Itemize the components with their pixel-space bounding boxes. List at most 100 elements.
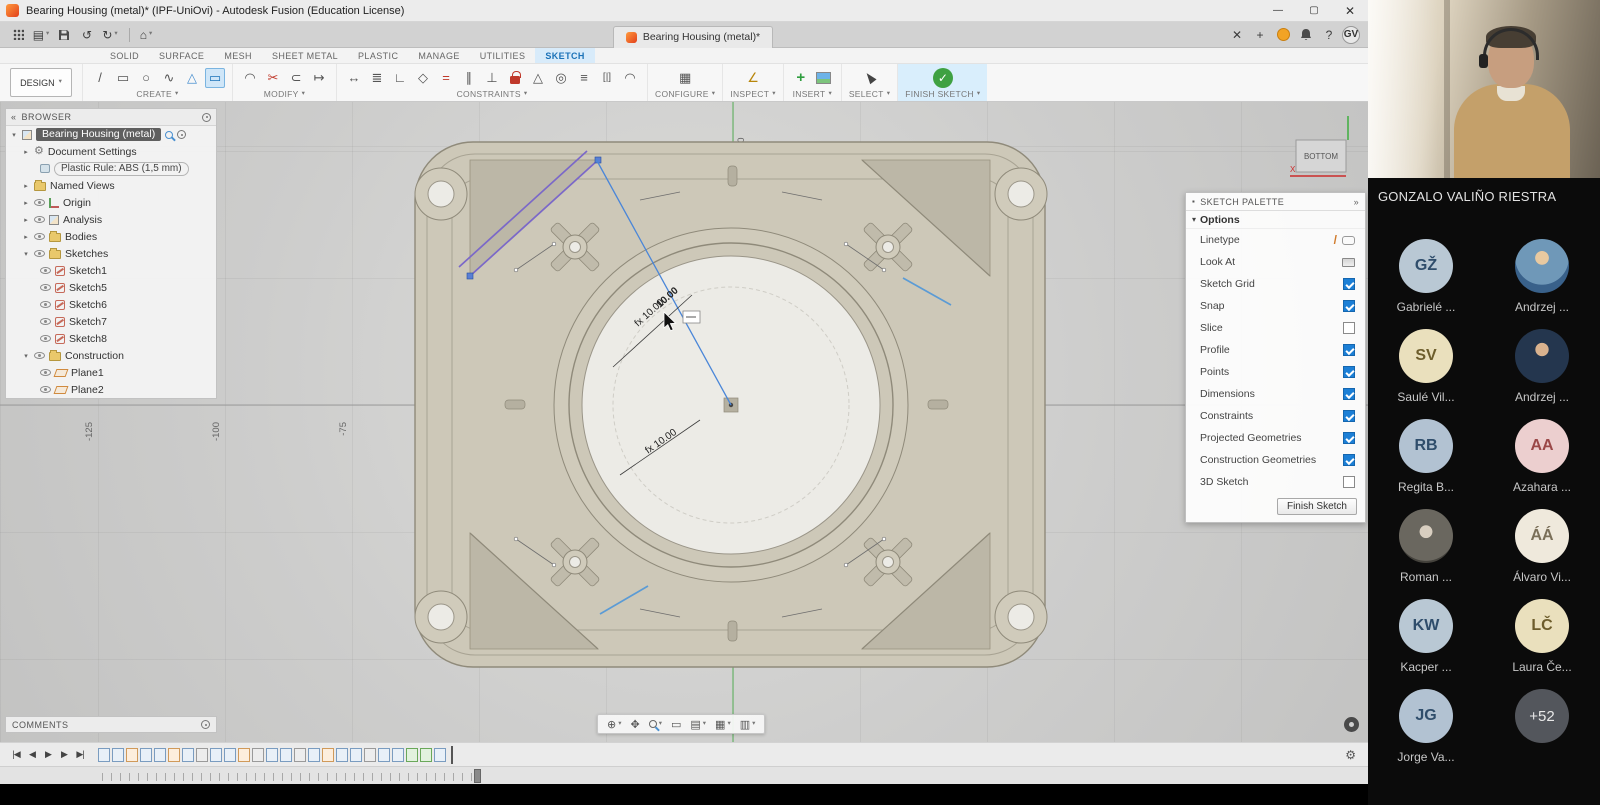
browser-item-construction[interactable]: ▾ Construction xyxy=(6,347,216,364)
look-at-icon[interactable] xyxy=(1342,258,1355,267)
visibility-eye-icon[interactable] xyxy=(40,301,51,308)
points-checkbox[interactable] xyxy=(1343,366,1355,378)
notifications-bell-icon[interactable] xyxy=(1296,25,1316,45)
collapse-palette-icon[interactable]: » xyxy=(1354,197,1359,207)
pan-icon[interactable]: ✥ xyxy=(630,718,639,731)
browser-item-named-views[interactable]: ▸ Named Views xyxy=(6,177,216,194)
rectangle-tool-icon[interactable]: ▭ xyxy=(113,68,133,88)
timeline-feature[interactable] xyxy=(336,748,348,762)
participant-tile[interactable]: LČ Laura Če... xyxy=(1484,599,1600,689)
timeline-feature[interactable] xyxy=(364,748,376,762)
timeline-feature[interactable] xyxy=(210,748,222,762)
projected-geometries-checkbox[interactable] xyxy=(1343,432,1355,444)
tab-sheet-metal[interactable]: SHEET METAL xyxy=(262,48,348,63)
timeline-feature[interactable] xyxy=(294,748,306,762)
tab-solid[interactable]: SOLID xyxy=(100,48,149,63)
timeline-feature[interactable] xyxy=(392,748,404,762)
tab-surface[interactable]: SURFACE xyxy=(149,48,214,63)
expand-icon[interactable]: ▸ xyxy=(22,199,30,207)
slot[interactable] xyxy=(728,166,737,186)
timeline-step-forward-icon[interactable]: ▶ xyxy=(56,749,72,760)
timeline-settings-gear-icon[interactable]: ⚙ xyxy=(1345,748,1356,762)
participant-overflow-tile[interactable]: +52 xyxy=(1484,689,1600,779)
expand-icon[interactable]: ▸ xyxy=(22,148,30,156)
participant-tile[interactable]: ÁÁ Álvaro Vi... xyxy=(1484,509,1600,599)
minimize-button[interactable]: — xyxy=(1260,0,1296,21)
tab-mesh[interactable]: MESH xyxy=(214,48,262,63)
measure-icon[interactable]: ∠ xyxy=(743,68,763,88)
selection-handle[interactable] xyxy=(467,273,473,279)
snap-checkbox[interactable] xyxy=(1343,300,1355,312)
document-tab[interactable]: Bearing Housing (metal)* xyxy=(613,26,773,48)
visibility-eye-icon[interactable] xyxy=(40,267,51,274)
timeline-feature[interactable] xyxy=(182,748,194,762)
canvas-corner-button[interactable] xyxy=(1344,717,1359,732)
select-menu[interactable]: SELECT▾ xyxy=(849,89,890,100)
close-tab-icon[interactable]: ✕ xyxy=(1227,25,1247,45)
parallel-constraint-icon[interactable]: ∥ xyxy=(459,68,479,88)
finish-sketch-check-icon[interactable]: ✓ xyxy=(933,68,953,88)
timeline-feature[interactable] xyxy=(350,748,362,762)
equal-constraint-icon[interactable]: = xyxy=(436,68,456,88)
timeline-feature[interactable] xyxy=(420,748,432,762)
concentric-constraint-icon[interactable]: ◎ xyxy=(551,68,571,88)
spline-tool-icon[interactable]: ∿ xyxy=(159,68,179,88)
visibility-eye-icon[interactable] xyxy=(40,318,51,325)
participant-tile[interactable]: RB Regita B... xyxy=(1368,419,1484,509)
collapse-icon[interactable]: ▾ xyxy=(22,352,30,360)
timeline-feature[interactable] xyxy=(280,748,292,762)
perpendicular-constraint-icon[interactable]: ⊥ xyxy=(482,68,502,88)
browser-item-sketch1[interactable]: Sketch1 xyxy=(6,262,216,279)
visibility-eye-icon[interactable] xyxy=(34,233,45,240)
visibility-eye-icon[interactable] xyxy=(34,352,45,359)
linetype-construction-icon[interactable] xyxy=(1342,236,1355,245)
viewports-icon[interactable]: ▥▾ xyxy=(740,718,756,731)
options-section[interactable]: ▾Options xyxy=(1186,211,1365,229)
participant-tile[interactable]: Roman ... xyxy=(1368,509,1484,599)
linetype-normal-icon[interactable]: / xyxy=(1334,233,1337,247)
slice-checkbox[interactable] xyxy=(1343,322,1355,334)
help-icon[interactable]: ? xyxy=(1319,25,1339,45)
trim-tool-icon[interactable]: ✂ xyxy=(263,68,283,88)
browser-options-icon[interactable] xyxy=(202,113,211,122)
browser-item-plane1[interactable]: Plane1 xyxy=(6,364,216,381)
visibility-eye-icon[interactable] xyxy=(34,216,45,223)
timeline-feature[interactable] xyxy=(434,748,446,762)
slot[interactable] xyxy=(728,621,737,641)
offset-tool-icon[interactable]: ⊂ xyxy=(286,68,306,88)
timeline-feature[interactable] xyxy=(140,748,152,762)
timeline-step-back-icon[interactable]: ◀ xyxy=(24,749,40,760)
browser-item-sketch8[interactable]: Sketch8 xyxy=(6,330,216,347)
participant-tile[interactable]: SV Saulé Vil... xyxy=(1368,329,1484,419)
participant-tile[interactable]: Andrzej ... xyxy=(1484,329,1600,419)
timeline-feature[interactable] xyxy=(154,748,166,762)
construction-geometries-checkbox[interactable] xyxy=(1343,454,1355,466)
insert-plus-icon[interactable]: + xyxy=(791,68,811,88)
maximize-button[interactable]: ▢ xyxy=(1296,0,1332,21)
sketch-grid-checkbox[interactable] xyxy=(1343,278,1355,290)
app-grid-icon[interactable] xyxy=(8,25,28,45)
participant-tile[interactable]: AA Azahara ... xyxy=(1484,419,1600,509)
model-canvas[interactable]: -125 -100 -75 -50 -25 50 25 xyxy=(0,102,1368,742)
configure-menu[interactable]: CONFIGURE▾ xyxy=(655,89,715,100)
constraints-menu[interactable]: CONSTRAINTS▾ xyxy=(457,89,528,100)
expand-icon[interactable]: ▸ xyxy=(22,216,30,224)
tab-sketch[interactable]: SKETCH xyxy=(535,48,594,63)
constraints-checkbox[interactable] xyxy=(1343,410,1355,422)
active-rectangle-tool-icon[interactable]: ▭ xyxy=(205,68,225,88)
browser-item-analysis[interactable]: ▸ Analysis xyxy=(6,211,216,228)
browser-item-sketch5[interactable]: Sketch5 xyxy=(6,279,216,296)
timeline-feature[interactable] xyxy=(196,748,208,762)
comments-options-icon[interactable] xyxy=(201,720,210,729)
orbit-icon[interactable]: ⊕▾ xyxy=(607,718,621,731)
cone-tool-icon[interactable]: △ xyxy=(182,68,202,88)
zoom-icon[interactable]: ▾ xyxy=(649,720,662,728)
browser-item-bodies[interactable]: ▸ Bodies xyxy=(6,228,216,245)
timeline-feature[interactable] xyxy=(126,748,138,762)
3d-sketch-checkbox[interactable] xyxy=(1343,476,1355,488)
browser-item-sketches[interactable]: ▾ Sketches xyxy=(6,245,216,262)
select-cursor-icon[interactable] xyxy=(860,68,880,88)
presenter-video[interactable] xyxy=(1368,0,1600,178)
configure-table-icon[interactable]: ▦ xyxy=(675,68,695,88)
sketch-dimension-icon[interactable]: ↔ xyxy=(344,68,364,88)
